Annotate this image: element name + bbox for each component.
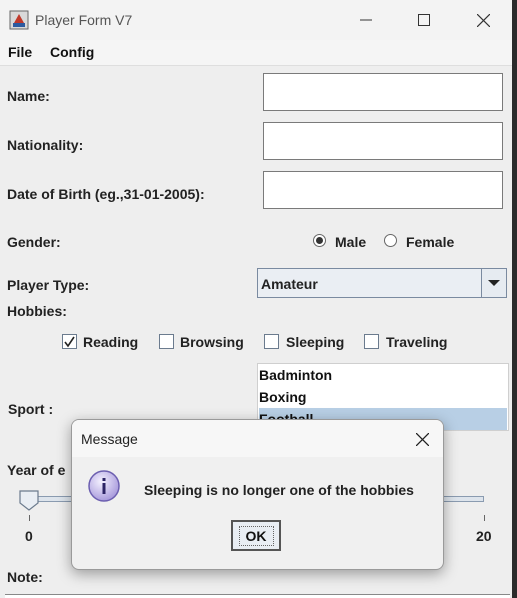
hobby-traveling-label: Traveling	[386, 334, 448, 350]
menu-file[interactable]: File	[8, 44, 32, 60]
chevron-down-icon	[488, 280, 500, 286]
hobby-browsing-label: Browsing	[180, 334, 244, 350]
ok-button[interactable]: OK	[231, 520, 281, 551]
hobby-traveling-checkbox[interactable]	[364, 334, 379, 349]
hobby-reading-checkbox[interactable]	[62, 334, 77, 349]
hobbies-label: Hobbies:	[7, 303, 67, 319]
dob-label: Date of Birth (eg.,31-01-2005):	[7, 186, 205, 202]
desktop-background-strip	[512, 0, 517, 598]
sport-list-item[interactable]: Badminton	[259, 364, 507, 386]
dialog-close-button[interactable]	[411, 428, 433, 450]
checkmark-icon	[64, 336, 75, 348]
menu-bar: File Config	[0, 40, 512, 66]
year-label: Year of e	[7, 462, 66, 478]
close-icon	[476, 13, 490, 27]
gender-label: Gender:	[7, 234, 61, 250]
dob-field[interactable]	[263, 171, 503, 209]
slider-min-label: 0	[25, 528, 33, 544]
minimize-button[interactable]	[337, 0, 395, 40]
slider-tick	[484, 515, 485, 521]
hobby-browsing-checkbox[interactable]	[159, 334, 174, 349]
maximize-icon	[418, 14, 430, 26]
nationality-label: Nationality:	[7, 137, 84, 153]
note-label: Note:	[7, 569, 43, 585]
gender-female-radio[interactable]	[384, 234, 397, 247]
java-app-icon	[9, 10, 29, 30]
dialog-title: Message	[81, 431, 138, 447]
hobby-sleeping-checkbox[interactable]	[264, 334, 279, 349]
name-label: Name:	[7, 88, 50, 104]
slider-tick	[29, 515, 30, 521]
close-icon	[415, 432, 429, 446]
slider-max-label: 20	[476, 528, 492, 544]
gender-female-label: Female	[406, 234, 455, 250]
sport-list-item[interactable]: Boxing	[259, 386, 507, 408]
minimize-icon	[360, 19, 372, 21]
title-bar: Player Form V7	[0, 0, 512, 40]
close-button[interactable]	[454, 0, 512, 40]
player-form-window: Player Form V7 File Config Name: Nationa…	[0, 0, 512, 598]
menu-config[interactable]: Config	[50, 44, 94, 60]
year-slider-thumb[interactable]	[19, 490, 39, 512]
nationality-field[interactable]	[263, 122, 503, 160]
ok-button-label: OK	[238, 525, 274, 546]
player-type-value: Amateur	[261, 276, 318, 292]
gender-male-label: Male	[335, 234, 367, 250]
player-type-label: Player Type:	[7, 277, 90, 293]
maximize-button[interactable]	[395, 0, 453, 40]
window-title: Player Form V7	[35, 12, 133, 28]
combo-dropdown-button[interactable]	[481, 269, 506, 297]
dialog-title-bar: Message	[72, 420, 443, 457]
hobby-sleeping-label: Sleeping	[286, 334, 345, 350]
sport-label: Sport :	[8, 401, 54, 417]
player-type-combobox[interactable]: Amateur	[257, 268, 507, 298]
info-icon	[88, 470, 120, 502]
name-field[interactable]	[263, 73, 503, 111]
gender-male-radio[interactable]	[313, 234, 326, 247]
hobby-reading-label: Reading	[83, 334, 139, 350]
message-dialog: Message Sleeping is no longer one of the…	[71, 419, 444, 570]
note-textarea[interactable]	[5, 594, 510, 598]
dialog-message: Sleeping is no longer one of the hobbies	[144, 482, 414, 498]
